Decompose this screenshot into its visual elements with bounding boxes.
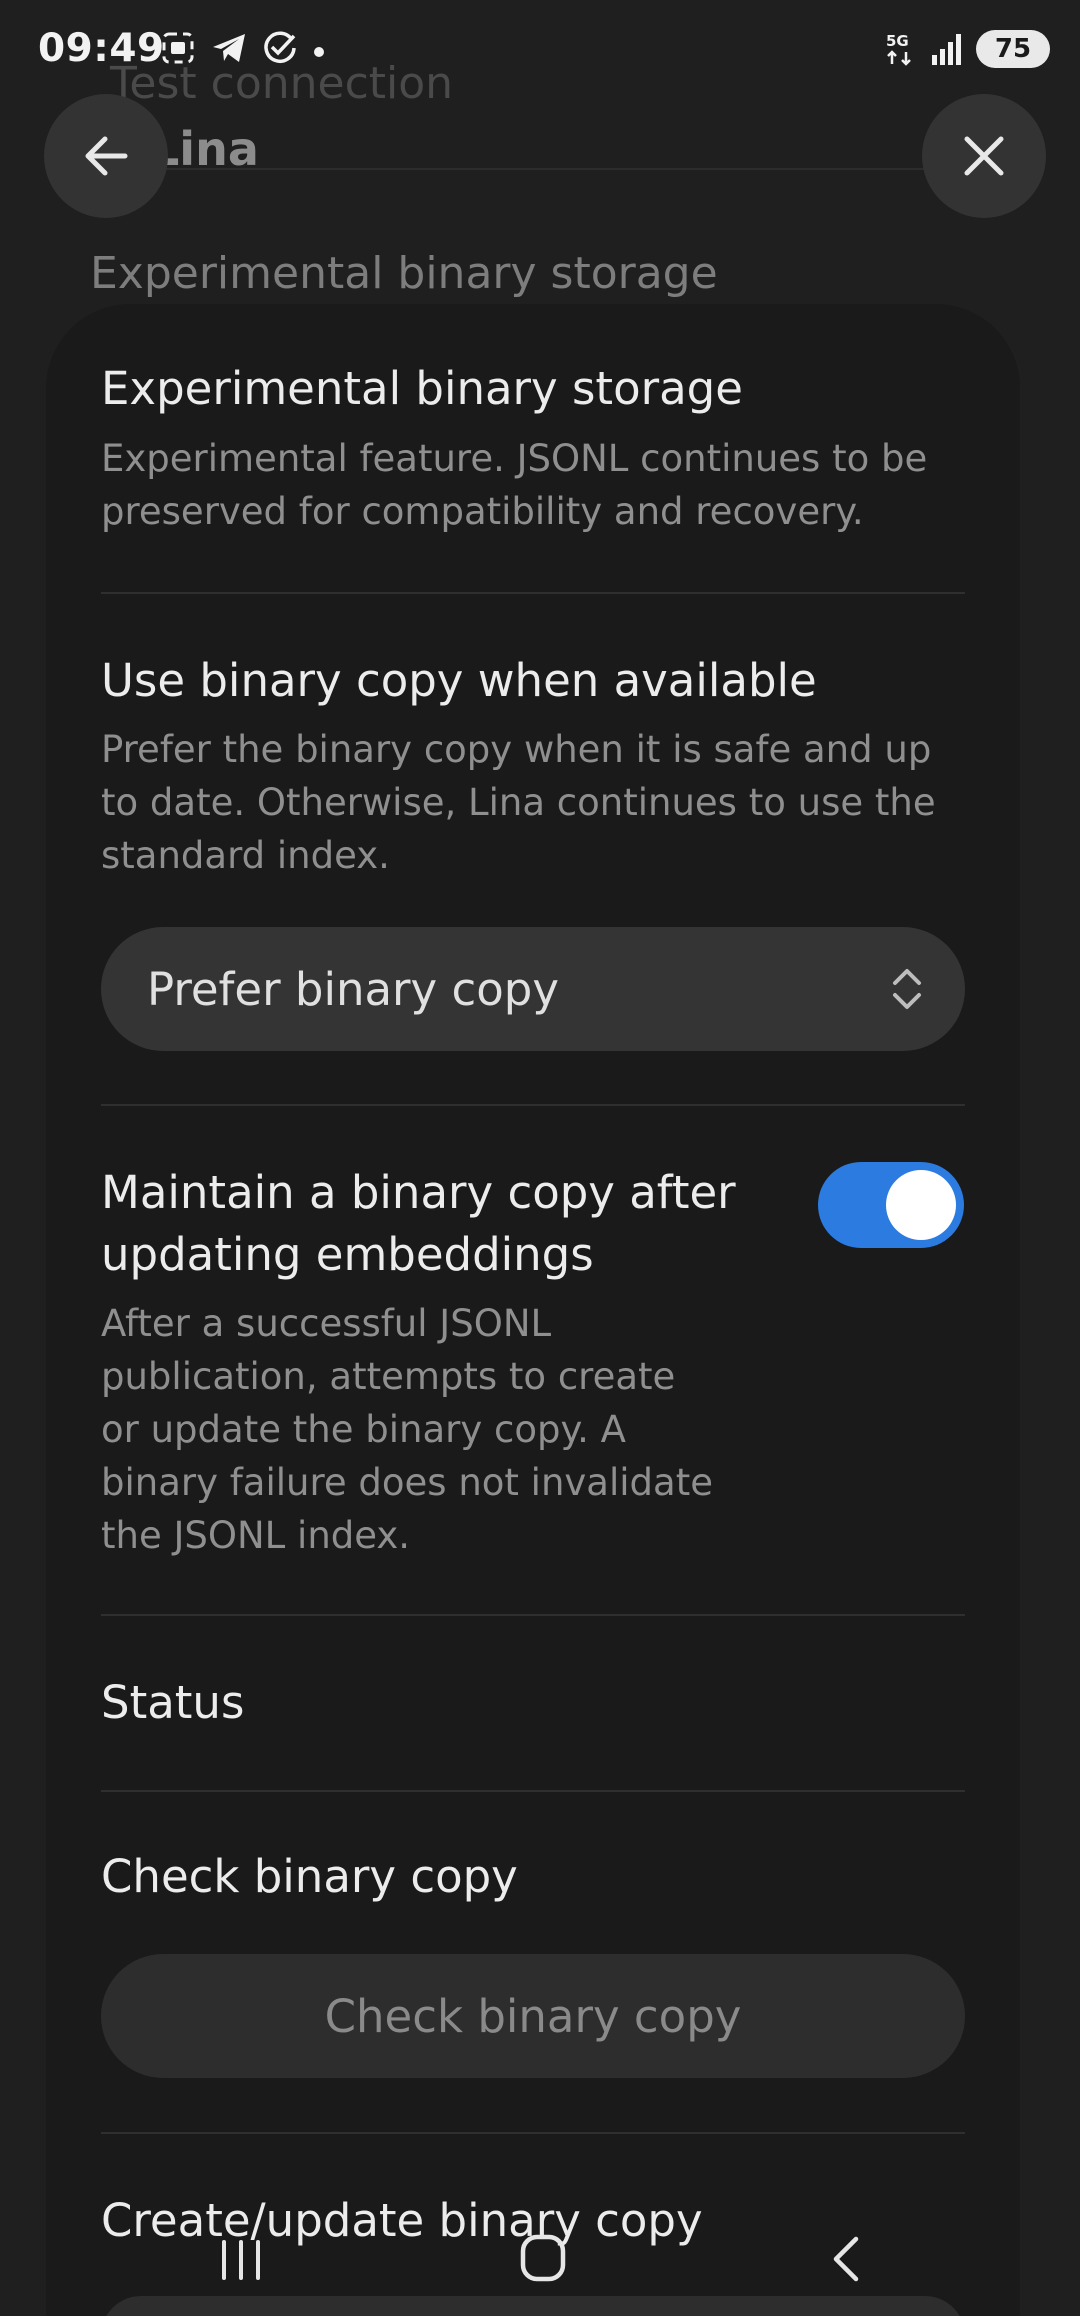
home-icon[interactable] — [518, 2232, 568, 2284]
maintain-description-line: binary failure does not invalidate — [101, 1461, 713, 1504]
recents-icon[interactable] — [216, 2238, 266, 2282]
binary-mode-value: Prefer binary copy — [147, 962, 559, 1016]
notification-icons — [160, 30, 326, 66]
sheet-description: Experimental feature. JSONL continues to… — [101, 437, 928, 533]
maintain-description-line: After a successful JSONL — [101, 1302, 552, 1345]
status-label: Status — [101, 1676, 245, 1729]
screenshot-icon — [162, 32, 194, 64]
back-button[interactable] — [44, 94, 168, 218]
toggle-knob — [886, 1170, 956, 1240]
divider — [101, 592, 965, 594]
close-button[interactable] — [922, 94, 1046, 218]
network-5g-icon: 5G — [886, 32, 911, 66]
maintain-title-line-1: Maintain a binary copy after — [101, 1166, 736, 1219]
maintain-description: After a successful JSONL publication, at… — [101, 1297, 761, 1562]
dot-icon — [314, 47, 324, 57]
battery-indicator: 75 — [976, 30, 1050, 68]
svg-text:5G: 5G — [886, 32, 909, 50]
use-binary-title: Use binary copy when available — [101, 654, 817, 707]
maintain-title: Maintain a binary copy after updating em… — [101, 1162, 761, 1286]
chevron-up-down-icon — [893, 969, 921, 1009]
arrow-left-icon — [85, 136, 128, 176]
maintain-description-line: the JSONL index. — [101, 1514, 411, 1557]
status-time: 09:49 — [38, 26, 165, 71]
divider — [101, 1614, 965, 1616]
divider — [101, 2132, 965, 2134]
maintain-description-line: or update the binary copy. A — [101, 1408, 626, 1451]
maintain-title-line-2: updating embeddings — [101, 1228, 594, 1281]
check-binary-title: Check binary copy — [101, 1850, 518, 1903]
background-section-title: Experimental binary storage — [90, 248, 718, 299]
status-bar: 09:49 5G 75 — [0, 0, 1080, 100]
use-binary-description: Prefer the binary copy when it is safe a… — [101, 728, 936, 877]
signal-icon — [932, 34, 961, 65]
check-circle-icon — [264, 31, 296, 63]
divider — [101, 1790, 965, 1792]
maintain-binary-toggle[interactable] — [818, 1162, 964, 1248]
back-chevron-icon[interactable] — [826, 2234, 866, 2284]
maintain-description-line: publication, attempts to create — [101, 1355, 676, 1398]
system-icons: 5G 75 — [884, 30, 1050, 68]
sheet-title: Experimental binary storage — [101, 362, 743, 415]
screen: Test connection Lina Experimental binary… — [0, 0, 1080, 2316]
divider — [101, 1104, 965, 1106]
binary-mode-select[interactable]: Prefer binary copy — [101, 927, 965, 1051]
telegram-icon — [213, 34, 245, 62]
close-icon — [964, 136, 1004, 176]
check-binary-button[interactable]: Check binary copy — [101, 1954, 965, 2078]
navigation-bar — [0, 2200, 1080, 2316]
